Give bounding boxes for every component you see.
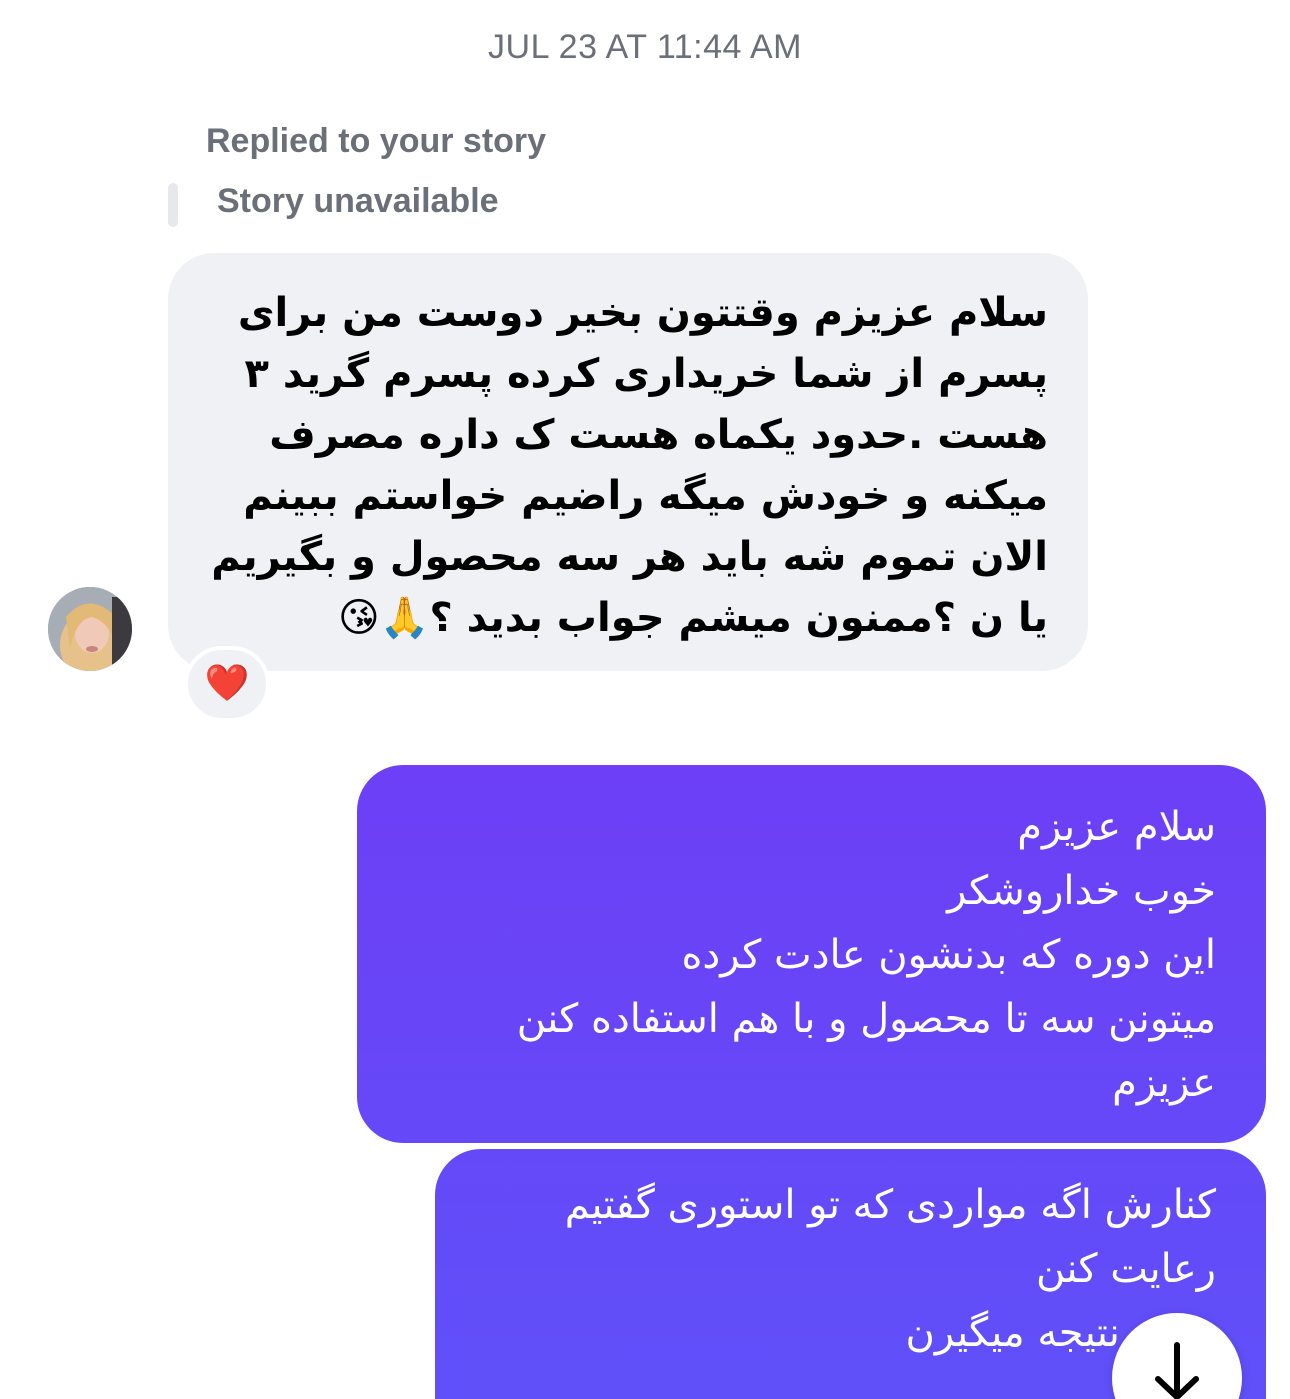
avatar-photo [48, 587, 132, 671]
story-reply-label: Replied to your story [206, 122, 547, 160]
message-reaction[interactable]: ❤️ [184, 646, 270, 722]
arrow-down-icon [1155, 1342, 1199, 1399]
outgoing-message-bubble[interactable]: سلام عزیزم خوب خداروشکر این دوره که بدنش… [357, 765, 1266, 1143]
story-reply-quote-bar [168, 183, 178, 227]
chat-thread: JUL 23 AT 11:44 AM Replied to your story… [0, 0, 1290, 1399]
sender-avatar[interactable] [48, 587, 132, 671]
heart-reaction-emoji: ❤️ [204, 663, 250, 704]
message-timestamp: JUL 23 AT 11:44 AM [488, 28, 802, 66]
story-unavailable-text[interactable]: Story unavailable [217, 182, 499, 221]
incoming-message-bubble[interactable]: سلام عزیزم وقتتون بخیر دوست من برای پسرم… [168, 253, 1088, 671]
